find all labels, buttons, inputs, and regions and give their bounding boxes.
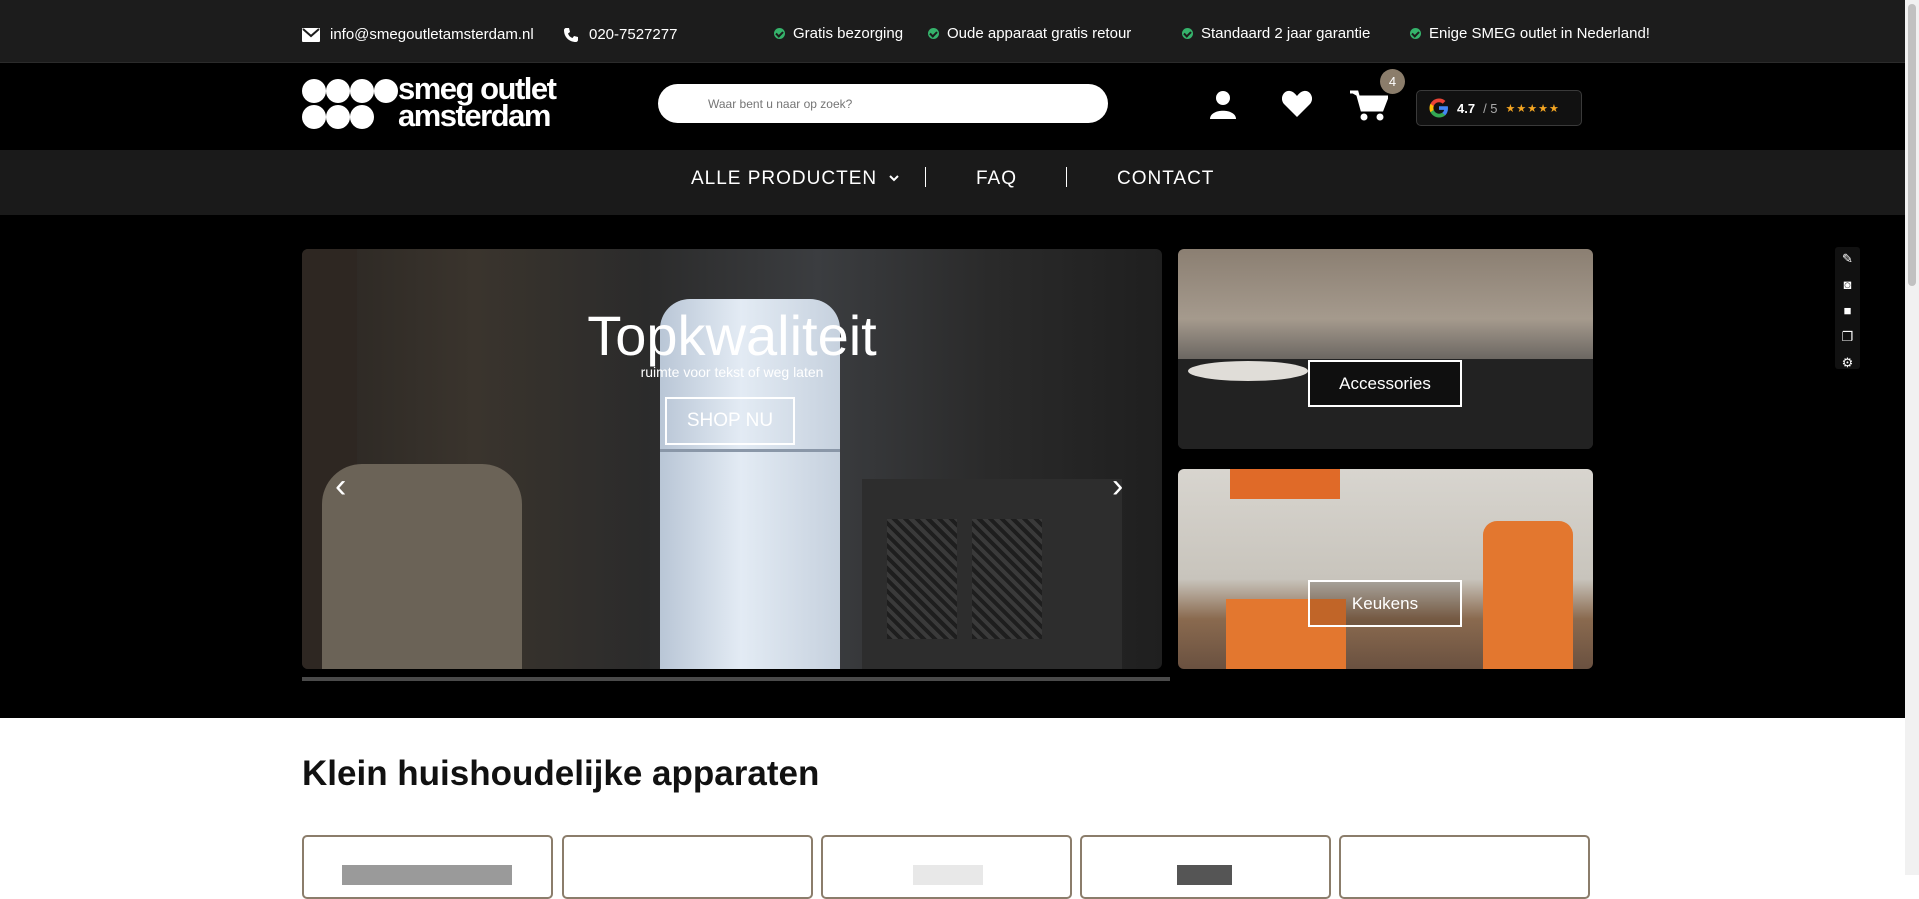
product-card[interactable]	[821, 835, 1072, 899]
cart-icon[interactable]	[1350, 90, 1388, 122]
email-text[interactable]: info@smegoutletamsterdam.nl	[330, 26, 534, 43]
rating-scale: / 5	[1483, 100, 1498, 116]
product-card[interactable]	[562, 835, 813, 899]
search-input[interactable]	[658, 84, 1108, 123]
category-tile-keukens[interactable]: Keukens	[1178, 469, 1593, 669]
top-bar: info@smegoutletamsterdam.nl 020-7527277 …	[0, 0, 1905, 63]
phone-text[interactable]: 020-7527277	[589, 26, 677, 43]
check-icon	[774, 28, 785, 39]
logo[interactable]: smeg outlet amsterdam	[302, 71, 572, 133]
hood-image	[1230, 469, 1340, 499]
product-card[interactable]	[1339, 835, 1590, 899]
armchair-image	[322, 464, 522, 669]
section-title: Klein huishoudelijke apparaten	[302, 754, 820, 793]
product-card[interactable]	[1080, 835, 1331, 899]
usp-item: Standaard 2 jaar garantie	[1182, 25, 1370, 42]
orange-fridge-image	[1483, 521, 1573, 669]
check-icon	[1410, 28, 1421, 39]
product-image	[913, 865, 983, 885]
rating-stars: ★★★★★	[1505, 102, 1560, 115]
email-contact[interactable]: info@smegoutletamsterdam.nl	[302, 26, 534, 43]
cart-count-badge: 4	[1380, 69, 1405, 94]
logo-text: smeg outlet amsterdam	[398, 71, 557, 133]
shop-now-button[interactable]: SHOP NU	[665, 397, 795, 445]
nav-item-faq[interactable]: FAQ	[976, 168, 1017, 190]
accessories-button[interactable]: Accessories	[1308, 360, 1462, 407]
google-icon	[1429, 98, 1448, 118]
check-icon	[1182, 28, 1193, 39]
usp-item: Oude apparaat gratis retour	[928, 25, 1131, 42]
phone-contact[interactable]: 020-7527277	[563, 26, 677, 43]
hero-slide: Topkwaliteit ruimte voor tekst of weg la…	[302, 249, 1162, 669]
heart-icon[interactable]	[1282, 90, 1312, 117]
main-nav: ALLE PRODUCTEN FAQ CONTACT	[0, 150, 1905, 215]
prev-slide-arrow[interactable]: ‹	[335, 469, 346, 503]
scrollbar-thumb[interactable]	[1908, 4, 1916, 286]
site-header: smeg outlet amsterdam 4 4.7 / 5 ★★★★★	[0, 63, 1905, 150]
product-image	[342, 865, 512, 885]
chevron-down-icon	[889, 175, 900, 182]
table-image	[1188, 361, 1308, 381]
google-rating-widget[interactable]: 4.7 / 5 ★★★★★	[1416, 90, 1582, 126]
video-icon[interactable]: ■	[1844, 301, 1852, 321]
envelope-icon	[302, 27, 320, 42]
keukens-button[interactable]: Keukens	[1308, 580, 1462, 627]
category-tile-accessories[interactable]: Accessories	[1178, 249, 1593, 449]
nav-divider	[925, 167, 926, 187]
logo-mark	[302, 79, 402, 131]
slider-progress-bar	[302, 677, 1170, 681]
check-icon	[928, 28, 939, 39]
user-icon[interactable]	[1210, 90, 1236, 119]
screenshot-toolbar: ✎ ◙ ■ ❐ ⚙	[1835, 247, 1860, 370]
window-icon[interactable]: ❐	[1842, 327, 1854, 347]
gear-icon[interactable]: ⚙	[1842, 353, 1854, 373]
hero-section: Topkwaliteit ruimte voor tekst of weg la…	[0, 215, 1905, 718]
product-card[interactable]	[302, 835, 553, 899]
hero-subtitle: ruimte voor tekst of weg laten	[640, 364, 824, 380]
nav-item-contact[interactable]: CONTACT	[1117, 168, 1214, 190]
nav-item-alle-producten[interactable]: ALLE PRODUCTEN	[691, 168, 900, 190]
nav-divider	[1066, 167, 1067, 187]
product-image	[1177, 865, 1232, 885]
brush-icon[interactable]: ✎	[1842, 249, 1853, 269]
cabinet-image	[862, 479, 1122, 669]
hero-title: Topkwaliteit	[587, 304, 877, 367]
usp-item: Gratis bezorging	[774, 25, 903, 42]
usp-item: Enige SMEG outlet in Nederland!	[1410, 25, 1650, 42]
next-slide-arrow[interactable]: ›	[1112, 469, 1123, 503]
phone-icon	[564, 27, 578, 42]
camera-icon[interactable]: ◙	[1844, 275, 1852, 295]
page-scrollbar[interactable]	[1905, 0, 1919, 875]
rating-value: 4.7	[1457, 100, 1476, 116]
